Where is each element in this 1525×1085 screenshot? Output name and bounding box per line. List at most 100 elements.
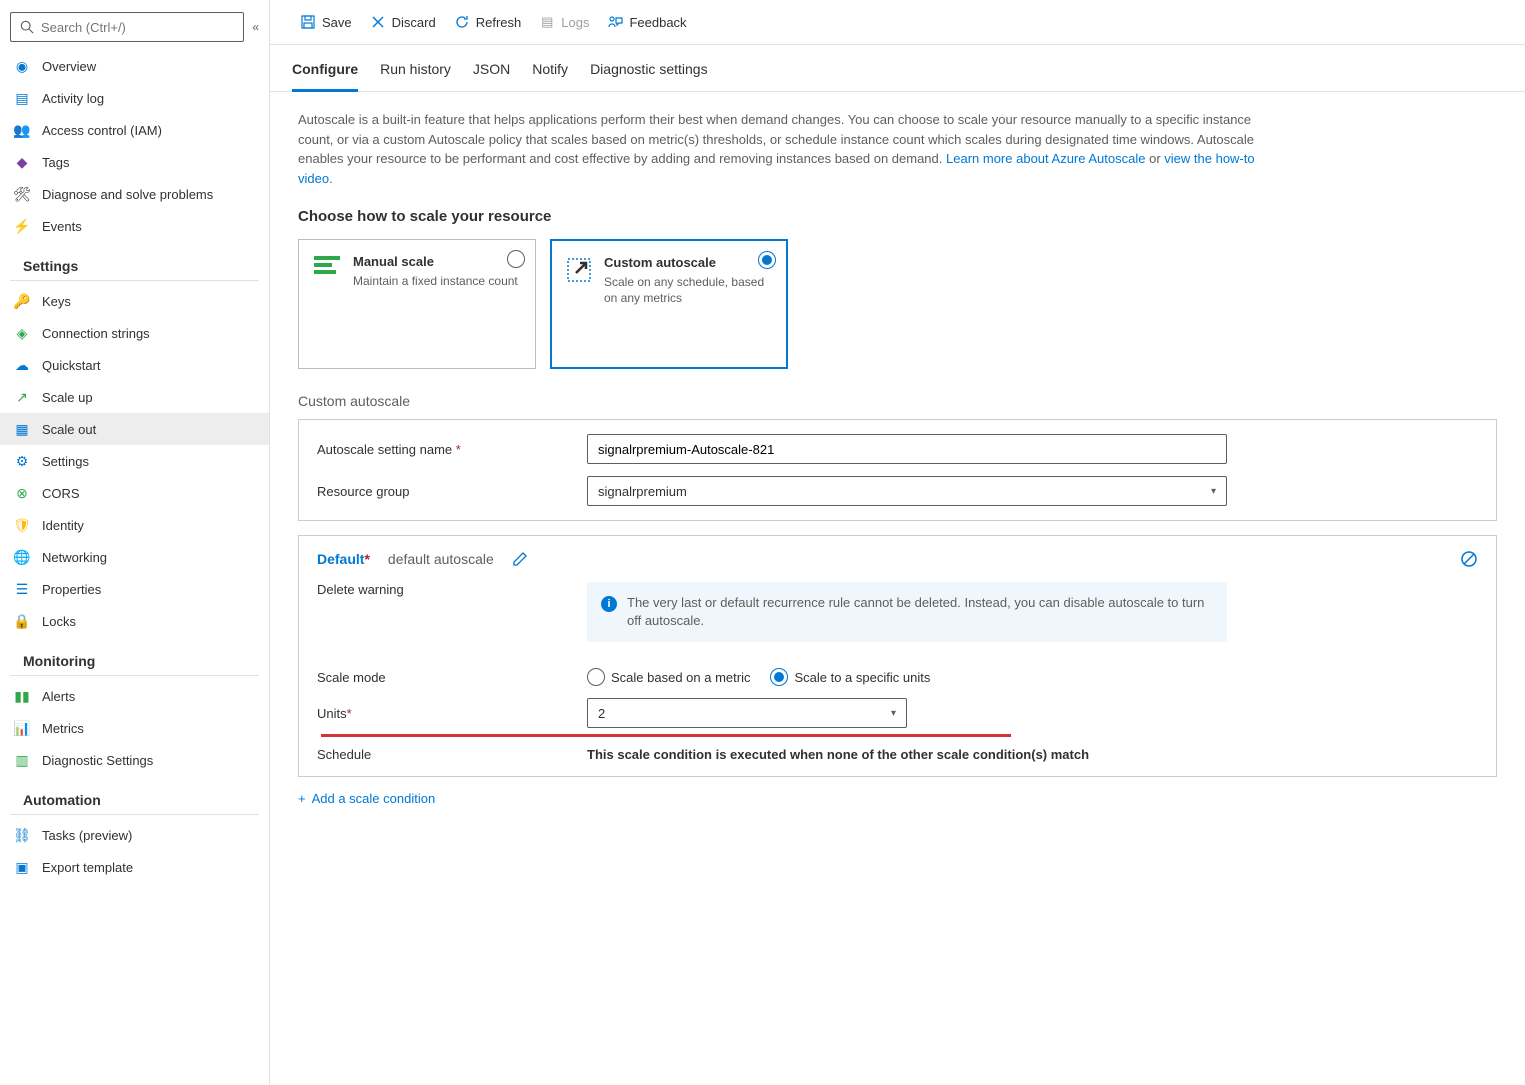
nav-label: Networking — [42, 550, 107, 565]
radio-scale-specific[interactable]: Scale to a specific units — [770, 668, 930, 686]
chevron-down-icon: ▾ — [1211, 486, 1216, 497]
add-label: Add a scale condition — [312, 791, 436, 806]
globe-icon: ◉ — [14, 58, 30, 74]
sidebar-item-cors[interactable]: ⊗ CORS — [0, 477, 269, 509]
feedback-button[interactable]: Feedback — [599, 10, 694, 34]
nav-label: CORS — [42, 486, 80, 501]
sidebar-item-settings[interactable]: ⚙ Settings — [0, 445, 269, 477]
sidebar-item-quickstart[interactable]: ☁ Quickstart — [0, 349, 269, 381]
sidebar-item-overview[interactable]: ◉ Overview — [0, 50, 269, 82]
search-input[interactable] — [10, 12, 244, 42]
rg-select[interactable]: signalrpremium ▾ — [587, 476, 1227, 506]
radio-label: Scale to a specific units — [794, 670, 930, 685]
edit-condition-button[interactable] — [512, 551, 528, 567]
scale-mode-label: Scale mode — [317, 670, 587, 685]
sidebar-item-keys[interactable]: 🔑Keys — [0, 285, 269, 317]
save-button[interactable]: Save — [292, 10, 360, 34]
sidebar-item-export-template[interactable]: ▣Export template — [0, 851, 269, 883]
logs-icon: ▤ — [539, 14, 555, 30]
properties-icon: ☰ — [14, 581, 30, 597]
refresh-icon — [454, 14, 470, 30]
logs-button: ▤ Logs — [531, 10, 597, 34]
cors-icon: ⊗ — [14, 485, 30, 501]
rocket-icon: ☁ — [14, 357, 30, 373]
nav-label: Settings — [42, 454, 89, 469]
nav-label: Identity — [42, 518, 84, 533]
sidebar-item-iam[interactable]: 👥 Access control (IAM) — [0, 114, 269, 146]
nav-label: Events — [42, 219, 82, 234]
tab-notify[interactable]: Notify — [532, 55, 568, 91]
toolbar: Save Discard Refresh ▤ Logs Feedback — [270, 0, 1525, 45]
delete-warning-info: i The very last or default recurrence ru… — [587, 582, 1227, 642]
choose-title: Choose how to scale your resource — [298, 208, 1497, 225]
sidebar-item-locks[interactable]: 🔒Locks — [0, 605, 269, 637]
units-select[interactable]: 2 ▾ — [587, 698, 907, 728]
refresh-button[interactable]: Refresh — [446, 10, 530, 34]
intro-link-learn[interactable]: Learn more about Azure Autoscale — [946, 151, 1145, 166]
sidebar-item-diagnose[interactable]: 🛠 Diagnose and solve problems — [0, 178, 269, 210]
units-value: 2 — [598, 706, 605, 721]
schedule-note: This scale condition is executed when no… — [587, 747, 1089, 762]
key-icon: 🔑 — [14, 293, 30, 309]
wrench-icon: 🛠 — [14, 186, 30, 202]
rg-label: Resource group — [317, 484, 587, 499]
tasks-icon: ⛓ — [14, 827, 30, 843]
sidebar-item-connection[interactable]: ◈ Connection strings — [0, 317, 269, 349]
tab-diagnostic-settings[interactable]: Diagnostic settings — [590, 55, 708, 91]
log-icon: ▤ — [14, 90, 30, 106]
tabs: Configure Run history JSON Notify Diagno… — [270, 45, 1525, 92]
plug-icon: ◈ — [14, 325, 30, 341]
tab-json[interactable]: JSON — [473, 55, 510, 91]
discard-icon — [370, 14, 386, 30]
add-scale-condition-button[interactable]: + Add a scale condition — [298, 791, 1497, 806]
sidebar-item-properties[interactable]: ☰Properties — [0, 573, 269, 605]
radio-scale-metric[interactable]: Scale based on a metric — [587, 668, 750, 686]
sidebar: « ◉ Overview ▤ Activity log 👥 Access con… — [0, 0, 270, 1085]
sidebar-item-alerts[interactable]: ▮▮Alerts — [0, 680, 269, 712]
tab-configure[interactable]: Configure — [292, 55, 358, 92]
nav-label: Tags — [42, 155, 69, 170]
tab-run-history[interactable]: Run history — [380, 55, 451, 91]
tb-label: Feedback — [629, 15, 686, 30]
sidebar-item-tags[interactable]: ◆ Tags — [0, 146, 269, 178]
sidebar-item-identity[interactable]: 🛡Identity — [0, 509, 269, 541]
nav-label: Quickstart — [42, 358, 101, 373]
tb-label: Refresh — [476, 15, 522, 30]
network-icon: 🌐 — [14, 549, 30, 565]
save-icon — [300, 14, 316, 30]
main-content: Save Discard Refresh ▤ Logs Feedback Con… — [270, 0, 1525, 1085]
collapse-sidebar-icon[interactable]: « — [252, 20, 259, 34]
manual-scale-icon — [313, 256, 341, 284]
rg-value: signalrpremium — [598, 484, 687, 499]
sidebar-item-activity-log[interactable]: ▤ Activity log — [0, 82, 269, 114]
gear-icon: ⚙ — [14, 453, 30, 469]
nav-label: Metrics — [42, 721, 84, 736]
remove-condition-button[interactable] — [1460, 550, 1478, 568]
custom-desc: Scale on any schedule, based on any metr… — [604, 274, 772, 306]
scale-icon: ▦ — [14, 421, 30, 437]
sidebar-item-metrics[interactable]: 📊Metrics — [0, 712, 269, 744]
choice-custom-autoscale[interactable]: Custom autoscale Scale on any schedule, … — [550, 239, 788, 369]
sidebar-item-scaleup[interactable]: ↗Scale up — [0, 381, 269, 413]
sidebar-item-diagnostic-settings[interactable]: ▥Diagnostic Settings — [0, 744, 269, 776]
nav-label: Diagnose and solve problems — [42, 187, 213, 202]
nav-label: Activity log — [42, 91, 104, 106]
sidebar-item-scaleout[interactable]: ▦Scale out — [0, 413, 269, 445]
setting-name-input[interactable] — [587, 434, 1227, 464]
arrow-up-icon: ↗ — [14, 389, 30, 405]
alerts-icon: ▮▮ — [14, 688, 30, 704]
section-automation: Automation — [10, 780, 259, 815]
plus-icon: + — [298, 791, 306, 806]
manual-desc: Maintain a fixed instance count — [353, 273, 518, 289]
discard-button[interactable]: Discard — [362, 10, 444, 34]
sidebar-item-tasks[interactable]: ⛓Tasks (preview) — [0, 819, 269, 851]
nav-label: Connection strings — [42, 326, 150, 341]
nav-label: Diagnostic Settings — [42, 753, 153, 768]
condition-default-label: Default* — [317, 551, 370, 567]
choice-manual-scale[interactable]: Manual scale Maintain a fixed instance c… — [298, 239, 536, 369]
sidebar-item-networking[interactable]: 🌐 Networking — [0, 541, 269, 573]
radio-icon — [770, 668, 788, 686]
tag-icon: ◆ — [14, 154, 30, 170]
sidebar-item-events[interactable]: ⚡ Events — [0, 210, 269, 242]
highlight-underline — [321, 734, 1011, 737]
